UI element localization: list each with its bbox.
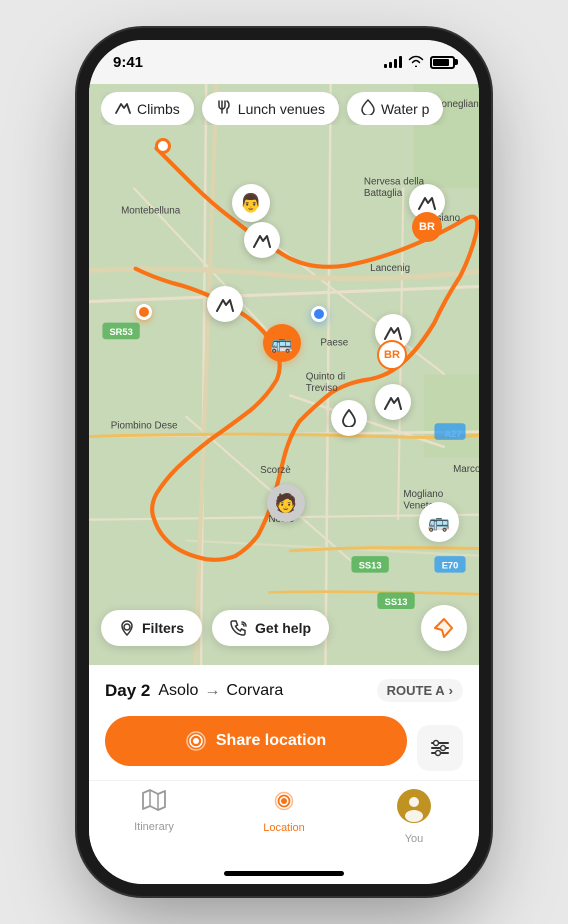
climbs-icon — [115, 100, 131, 117]
status-icons — [384, 55, 455, 70]
share-row: Share location — [105, 716, 463, 780]
climb-marker-2 — [244, 222, 280, 258]
get-help-button[interactable]: Get help — [212, 610, 329, 646]
br-badge-outline: BR — [377, 340, 407, 370]
itinerary-tab-label: Itinerary — [134, 821, 174, 833]
location-pin-icon — [119, 620, 135, 636]
water-marker — [331, 400, 367, 436]
start-marker — [155, 138, 171, 154]
avatar-marker-1: 👨 — [232, 184, 270, 222]
map-bottom-controls: Filters Get help — [101, 605, 467, 651]
status-time: 9:41 — [113, 54, 143, 71]
blue-dot — [311, 306, 327, 322]
tab-bar: Itinerary Location — [89, 780, 479, 865]
svg-text:Montebelluna: Montebelluna — [121, 206, 181, 217]
wifi-icon — [408, 55, 424, 70]
phone-frame: 9:41 — [89, 40, 479, 884]
filter-chips: Climbs Lunch venues — [101, 92, 479, 125]
svg-text:Marcon: Marcon — [453, 464, 479, 475]
sliders-icon — [429, 737, 451, 759]
signal-bars-icon — [384, 56, 402, 68]
phone-icon — [230, 620, 248, 636]
arrow-icon: → — [204, 682, 220, 700]
day-info: Day 2 Asolo → Corvara ROUTE A › — [105, 679, 463, 702]
location-tab-icon-container — [272, 789, 296, 818]
water-icon — [361, 99, 375, 118]
tab-you[interactable]: You — [349, 789, 479, 845]
my-location-button[interactable] — [421, 605, 467, 651]
truck-marker-2: 🚌 — [419, 502, 459, 542]
svg-text:Mogliano: Mogliano — [403, 489, 443, 500]
filters-button[interactable]: Filters — [101, 610, 202, 646]
map-svg: SR53 SR515 SS13 SS13 E70 A27 Valdobbiade… — [89, 84, 479, 665]
signal-icon — [186, 731, 206, 751]
home-indicator — [224, 871, 344, 876]
svg-text:E70: E70 — [442, 561, 459, 571]
svg-text:Piombino Dese: Piombino Dese — [111, 420, 178, 431]
you-tab-label: You — [405, 833, 424, 845]
chevron-right-icon: › — [449, 683, 453, 698]
climb-marker-5 — [375, 384, 411, 420]
day-label: Day 2 — [105, 681, 150, 701]
svg-text:Lancenig: Lancenig — [370, 263, 410, 274]
svg-text:Quinto di: Quinto di — [306, 372, 345, 383]
phone-wrapper: 9:41 — [0, 0, 568, 924]
home-indicator-container — [89, 865, 479, 884]
climb-marker-3 — [207, 286, 243, 322]
location-signal-icon — [272, 789, 296, 813]
map-action-buttons: Filters Get help — [101, 610, 329, 646]
svg-text:Battaglia: Battaglia — [364, 188, 403, 199]
truck-marker: 🚌 — [263, 324, 301, 362]
br-badge-filled: BR — [412, 212, 442, 242]
svg-text:Paese: Paese — [320, 337, 348, 348]
from-location: Asolo — [158, 682, 198, 700]
to-location: Corvara — [226, 682, 283, 700]
svg-text:Treviso: Treviso — [306, 383, 338, 394]
route-badge[interactable]: ROUTE A › — [377, 679, 463, 702]
lunch-icon — [216, 99, 232, 118]
battery-icon — [430, 56, 455, 69]
user-avatar-icon — [397, 789, 431, 829]
status-bar: 9:41 — [89, 40, 479, 84]
svg-text:SR53: SR53 — [109, 327, 132, 337]
chip-lunch[interactable]: Lunch venues — [202, 92, 339, 125]
map-icon — [142, 789, 166, 817]
avatar-marker-2: 🧑 — [267, 484, 305, 522]
svg-text:SS13: SS13 — [359, 561, 382, 571]
route-info: Asolo → Corvara — [158, 682, 283, 700]
location-tab-label: Location — [263, 822, 305, 834]
location-arrow-icon — [433, 617, 455, 639]
bottom-sheet: Day 2 Asolo → Corvara ROUTE A › — [89, 665, 479, 780]
svg-text:Scorzè: Scorzè — [260, 465, 291, 476]
tab-itinerary[interactable]: Itinerary — [89, 789, 219, 845]
settings-button[interactable] — [417, 725, 463, 771]
share-location-button[interactable]: Share location — [105, 716, 407, 766]
tab-location[interactable]: Location — [219, 789, 349, 845]
map-container[interactable]: SR53 SR515 SS13 SS13 E70 A27 Valdobbiade… — [89, 84, 479, 665]
chip-climbs[interactable]: Climbs — [101, 92, 194, 125]
chip-water[interactable]: Water p — [347, 92, 444, 125]
orange-dot — [136, 304, 152, 320]
